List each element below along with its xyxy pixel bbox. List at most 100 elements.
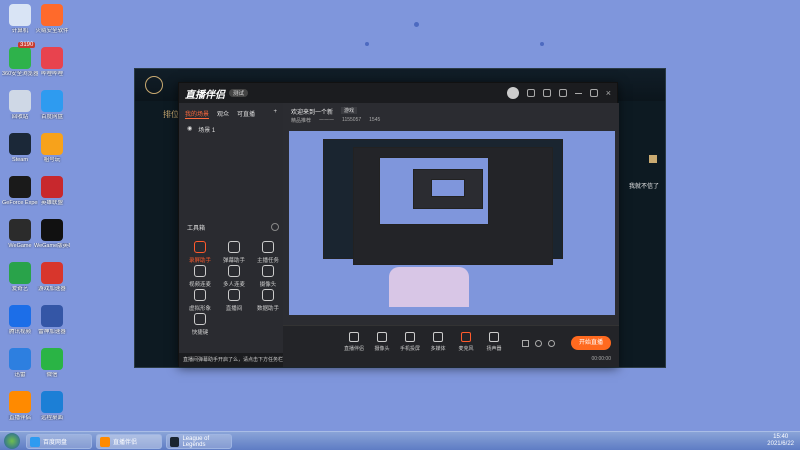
tool-button[interactable]: 数据助手 [255, 289, 281, 312]
gear-icon[interactable] [548, 340, 555, 347]
desktop-icon[interactable]: 回收站 [2, 90, 38, 120]
room-meta: 精品推荐 一一一 1155057 1545 [291, 117, 380, 124]
desktop-icon-label: 百度网盘 [40, 114, 63, 120]
tool-button[interactable]: 摄像头 [255, 265, 281, 288]
taskbar-item-live-companion[interactable]: 直播伴侣 [96, 434, 162, 449]
wallpaper-dot [414, 22, 419, 27]
tool-button[interactable]: 虚拟形象 [187, 289, 213, 312]
tool-button[interactable]: 视频连麦 [187, 265, 213, 288]
app-logo: 直播伴侣 [185, 89, 225, 101]
desktop-icon[interactable]: 游戏加速器 [34, 262, 70, 292]
settings-icon[interactable] [542, 89, 551, 97]
desktop-icon[interactable]: 租号玩 [34, 133, 70, 163]
app-icon [41, 262, 63, 284]
streaming-app-window[interactable]: 直播伴侣 测试 × 我的场景 观众 可直播 + ◉ 场景 1 工具箱 录屏助手 弹… [178, 82, 619, 367]
desktop-icon[interactable]: GeForce Experience [2, 176, 38, 206]
game-logo-icon [145, 76, 163, 94]
desktop-icon-label: 腾讯视频 [8, 329, 31, 335]
desktop-icon-label: WeGame [8, 243, 32, 249]
tool-button[interactable]: 快捷键 [187, 313, 213, 336]
notification-icon[interactable] [526, 89, 535, 97]
tool-button[interactable]: 多人连麦 [221, 265, 247, 288]
desktop-icon[interactable]: 英雄联盟 [34, 176, 70, 206]
tool-label: 主播任务 [256, 258, 279, 264]
toolbox-more-icon[interactable] [271, 223, 279, 231]
desktop-icon[interactable]: 腾讯视频 [2, 305, 38, 335]
tool-label: 多人连麦 [222, 282, 245, 288]
preview-area: 欢迎来到一个新 游戏 精品推荐 一一一 1155057 1545 [283, 103, 619, 325]
clock-time: 15:40 [773, 434, 789, 440]
bottom-tool-button[interactable]: 多媒体 [423, 332, 453, 352]
app-icon [9, 305, 31, 327]
menu-icon[interactable] [558, 89, 567, 97]
bottom-tool-button[interactable]: 麦克风 [451, 332, 481, 352]
tool-icon [194, 313, 206, 325]
desktop-icon[interactable]: WeGame版英雄联盟 [34, 219, 70, 249]
desktop-icon[interactable]: 远程桌面 [34, 391, 70, 421]
toolbox-label: 工具箱 [187, 226, 206, 232]
tool-label: 视频连麦 [188, 282, 211, 288]
desktop-icon[interactable]: 火绒安全软件 [34, 4, 70, 34]
desktop-icon[interactable]: 雷神加速器 [34, 305, 70, 335]
scene-tabs: 我的场景 观众 可直播 + [179, 103, 283, 123]
desktop-icon[interactable]: 哔哩哔哩 [34, 47, 70, 77]
taskbar-item-league[interactable]: League of Legends [166, 434, 232, 449]
tab-my-scene[interactable]: 我的场景 [185, 109, 210, 119]
record-icon[interactable] [522, 340, 529, 347]
tool-button[interactable]: 弹幕助手 [221, 241, 247, 264]
app-icon [9, 133, 31, 155]
live-timer: 00:00:00 [591, 356, 611, 362]
desktop-icon[interactable]: 计算机 [2, 4, 38, 34]
tool-button[interactable]: 主播任务 [255, 241, 281, 264]
preview-canvas[interactable] [289, 131, 615, 315]
desktop-icon[interactable]: 百度网盘 [34, 90, 70, 120]
start-live-button[interactable]: 开始直播 [571, 336, 611, 350]
bottom-tool-button[interactable]: 扬声器 [479, 332, 509, 352]
app-icon [9, 90, 31, 112]
avatar[interactable] [506, 87, 519, 99]
close-icon[interactable]: × [606, 88, 611, 98]
desktop-icon-label: 计算机 [11, 28, 29, 34]
desktop-icon[interactable]: 360安全浏览器 [2, 47, 38, 77]
bottom-tool-icon [377, 332, 387, 342]
desktop-icon[interactable]: 微信 [34, 348, 70, 378]
tab-audience[interactable]: 观众 [217, 109, 229, 119]
desktop-icon[interactable]: WeGame [2, 219, 38, 249]
room-title[interactable]: 欢迎来到一个新 [291, 107, 333, 116]
bottom-tool-label: 直播伴侣 [343, 346, 364, 352]
eye-icon[interactable]: ◉ [187, 125, 192, 134]
add-scene-icon[interactable]: + [273, 109, 277, 119]
desktop-icon[interactable]: 爱奇艺 [2, 262, 38, 292]
desktop-icon[interactable]: 迅雷 [2, 348, 38, 378]
scene-label: 场景 1 [198, 128, 216, 134]
desktop-icon-label: 迅雷 [14, 372, 26, 378]
scene-row[interactable]: ◉ 场景 1 [179, 123, 283, 136]
desktop-icon[interactable]: Steam [2, 133, 38, 163]
taskbar-item-baidunetdisk[interactable]: 百度网盘 [26, 434, 92, 449]
desktop-icon-label: 远程桌面 [40, 415, 63, 421]
game-chat-text: 我就不信了 [628, 184, 659, 190]
bottom-tool-icon [405, 332, 415, 342]
room-category[interactable]: 精品推荐 [291, 117, 311, 124]
app-icon [41, 348, 63, 370]
bottom-tool-button[interactable]: 摄像头 [367, 332, 397, 352]
tool-icon [228, 289, 240, 301]
tool-icon [194, 289, 206, 301]
bottom-tool-button[interactable]: 直播伴侣 [339, 332, 369, 352]
preview-toggle-icon[interactable] [535, 340, 542, 347]
app-titlebar: 直播伴侣 测试 × [179, 83, 617, 103]
tab-live[interactable]: 可直播 [237, 109, 255, 119]
bottom-tool-button[interactable]: 手机投屏 [395, 332, 425, 352]
tool-button[interactable]: 直播间 [221, 289, 247, 312]
tool-icon [262, 241, 274, 253]
app-icon [41, 391, 63, 413]
system-clock[interactable]: 15:40 2021/6/22 [767, 434, 794, 448]
desktop-icon-label: 哔哩哔哩 [40, 71, 63, 77]
maximize-icon[interactable] [589, 89, 598, 97]
tool-button[interactable]: 录屏助手 [187, 241, 213, 264]
minimize-icon[interactable] [574, 92, 582, 94]
bottom-tool-icon [433, 332, 443, 342]
start-button[interactable] [4, 433, 20, 449]
room-tag[interactable]: 游戏 [341, 107, 358, 114]
desktop-icon[interactable]: 直播伴侣 [2, 391, 38, 421]
